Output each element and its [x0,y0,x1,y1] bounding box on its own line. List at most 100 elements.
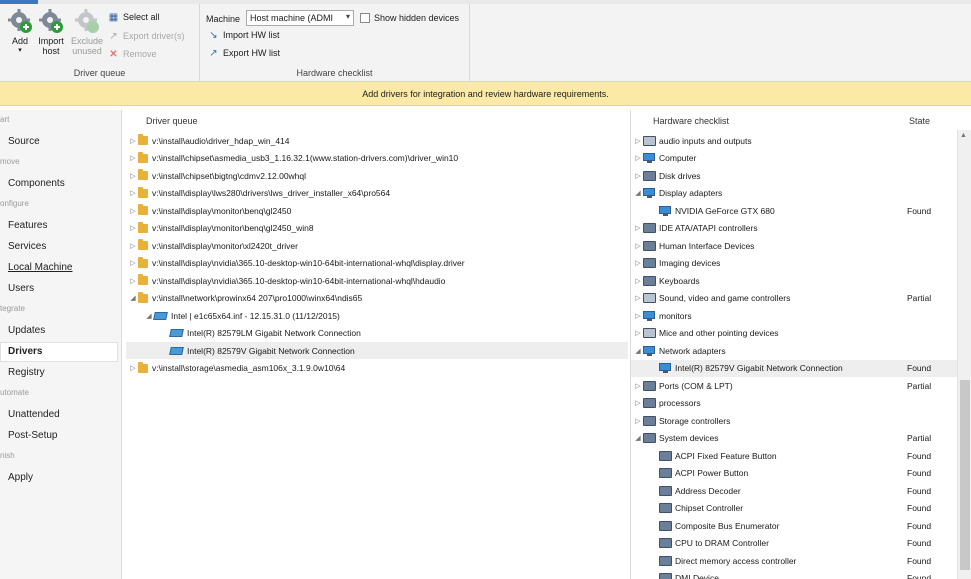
hardware-checklist-row[interactable]: ▷ Human Interface Devices [631,237,957,254]
hardware-checklist-row[interactable]: Intel(R) 82579V Gigabit Network Connecti… [631,359,957,377]
hardware-checklist-row[interactable]: ▷ Storage controllers [631,412,957,429]
hardware-checklist-row[interactable]: DMI Device Found [631,570,957,579]
driver-queue-row-label: Intel(R) 82579V Gigabit Network Connecti… [187,345,355,356]
sidebar-item-drivers[interactable]: Drivers [8,346,42,357]
hardware-checklist-row[interactable]: Composite Bus Enumerator Found [631,517,957,534]
export-arrow-icon: ↗ [109,30,118,42]
collapse-arrow-icon[interactable]: ◢ [633,189,643,197]
hardware-checklist-row[interactable]: ▷ Disk drives [631,167,957,184]
driver-queue-row[interactable]: ▷ v:\install\display\monitor\xl2420t_driv… [126,237,628,254]
driver-queue-row[interactable]: ▷ v:\install\chipset\bigtng\cdmv2.12.00wh… [126,167,628,184]
hardware-checklist-row[interactable]: ▷ monitors [631,307,957,324]
driver-queue-row[interactable]: ▷ v:\install\display\monitor\benq\gl2450 [126,202,628,219]
sidebar: art Source move Components onfigure Feat… [0,110,122,579]
exclude-unused-button[interactable]: Exclude unused [66,8,108,64]
expand-arrow-icon[interactable]: ▷ [128,224,138,232]
sidebar-item-unattended[interactable]: Unattended [8,409,60,420]
hardware-checklist-row[interactable]: ACPI Power Button Found [631,465,957,482]
driver-queue-row[interactable]: ▷ v:\install\chipset\asmedia_usb3_1.16.32… [126,150,628,167]
hardware-checklist-row[interactable]: ◢ System devices Partial [631,430,957,447]
sidebar-item-features[interactable]: Features [8,220,47,231]
sidebar-item-updates[interactable]: Updates [8,325,45,336]
expand-arrow-icon[interactable]: ▷ [633,382,643,390]
hardware-checklist-row[interactable]: Chipset Controller Found [631,500,957,517]
expand-arrow-icon[interactable]: ▷ [633,417,643,425]
collapse-arrow-icon[interactable]: ◢ [633,347,643,355]
hardware-checklist-row[interactable]: ▷ audio inputs and outputs [631,132,957,149]
hardware-checklist-row[interactable]: ACPI Fixed Feature Button Found [631,447,957,464]
sidebar-item-local-machine[interactable]: Local Machine [8,262,72,273]
expand-arrow-icon[interactable]: ▷ [633,137,643,145]
hardware-checklist-row[interactable]: ▷ Computer [631,150,957,167]
expand-arrow-icon[interactable]: ▷ [633,399,643,407]
chevron-down-icon: ▾ [345,12,350,21]
remove-button[interactable]: ✕ Remove [108,47,156,61]
folder-icon [138,361,148,373]
expand-arrow-icon[interactable]: ▷ [633,277,643,285]
hardware-checklist-row[interactable]: ◢ Network adapters [631,342,957,359]
hardware-checklist-row[interactable]: ▷ Sound, video and game controllers Partia… [631,290,957,307]
hardware-checklist-row[interactable]: Direct memory access controller Found [631,552,957,569]
hardware-checklist-row[interactable]: ▷ Keyboards [631,272,957,289]
sidebar-item-registry[interactable]: Registry [8,367,45,378]
expand-arrow-icon[interactable]: ▷ [128,364,138,372]
expand-arrow-icon[interactable]: ▷ [633,294,643,302]
driver-queue-row[interactable]: ◢ v:\install\network\prowinx64 207\pro100… [126,290,628,307]
speaker-icon [643,135,656,146]
machine-select[interactable]: Host machine (ADMI ▾ [246,10,354,26]
hardware-checklist-row[interactable]: ▷ Imaging devices [631,255,957,272]
driver-queue-row[interactable]: ▷ v:\install\display\lws280\drivers\lws_d… [126,185,628,202]
expand-arrow-icon[interactable]: ▷ [633,224,643,232]
driver-queue-row[interactable]: ▷ v:\install\display\nvidia\365.10-deskto… [126,255,628,272]
sidebar-item-apply[interactable]: Apply [8,472,33,483]
expand-arrow-icon[interactable]: ▷ [128,277,138,285]
driver-queue-row[interactable]: Intel(R) 82579V Gigabit Network Connecti… [126,342,628,359]
expand-arrow-icon[interactable]: ▷ [128,242,138,250]
expand-arrow-icon[interactable]: ▷ [633,242,643,250]
sidebar-item-services[interactable]: Services [8,241,46,252]
driver-queue-row[interactable]: ▷ v:\install\display\nvidia\365.10-deskto… [126,272,628,289]
expand-arrow-icon[interactable]: ▷ [633,259,643,267]
storage-icon [643,415,656,426]
show-hidden-checkbox[interactable] [360,13,370,23]
expand-arrow-icon[interactable]: ▷ [128,259,138,267]
select-all-button[interactable]: ▦ Select all [108,10,160,24]
expand-arrow-icon[interactable]: ▷ [633,172,643,180]
hardware-checklist-row[interactable]: ◢ Display adapters [631,185,957,202]
sidebar-item-post-setup[interactable]: Post-Setup [8,430,57,441]
expand-arrow-icon[interactable]: ▷ [128,137,138,145]
import-hw-list-button[interactable]: ↘ Import HW list [208,28,279,42]
show-hidden-devices-toggle[interactable]: Show hidden devices [360,13,459,23]
collapse-arrow-icon[interactable]: ◢ [128,294,138,302]
hardware-checklist-row[interactable]: CPU to DRAM Controller Found [631,535,957,552]
sidebar-section-start: art [0,115,10,124]
driver-queue-row[interactable]: Intel(R) 82579LM Gigabit Network Connect… [126,325,628,342]
driver-queue-row[interactable]: ▷ v:\install\storage\asmedia_asm106x_3.1.… [126,360,628,377]
scrollbar-thumb[interactable] [960,380,970,570]
driver-queue-row[interactable]: ▷ v:\install\audio\driver_hdap_win_414 [126,132,628,149]
sidebar-item-components[interactable]: Components [8,178,65,189]
expand-arrow-icon[interactable]: ▷ [633,329,643,337]
hardware-checklist-row[interactable]: NVIDIA GeForce GTX 680 Found [631,202,957,219]
export-drivers-button[interactable]: ↗ Export driver(s) [108,29,184,43]
driver-queue-row[interactable]: ▷ v:\install\display\monitor\benq\gl2450_… [126,220,628,237]
hardware-checklist-row[interactable]: ▷ processors [631,395,957,412]
driver-queue-row-label: Intel | e1c65x64.inf - 12.15.31.0 (11/12… [171,310,340,321]
hardware-checklist-row[interactable]: ▷ Mice and other pointing devices [631,325,957,342]
expand-arrow-icon[interactable]: ▷ [128,207,138,215]
collapse-arrow-icon[interactable]: ◢ [633,434,643,442]
hardware-checklist-row[interactable]: Address Decoder Found [631,482,957,499]
driver-queue-row[interactable]: ◢ Intel | e1c65x64.inf - 12.15.31.0 (11/1… [126,307,628,324]
sidebar-item-source[interactable]: Source [8,136,40,147]
scroll-up-icon[interactable]: ▲ [960,132,967,139]
export-hw-list-button[interactable]: ↗ Export HW list [208,46,280,60]
expand-arrow-icon[interactable]: ▷ [633,312,643,320]
expand-arrow-icon[interactable]: ▷ [128,189,138,197]
sidebar-item-users[interactable]: Users [8,283,34,294]
expand-arrow-icon[interactable]: ▷ [128,172,138,180]
expand-arrow-icon[interactable]: ▷ [128,154,138,162]
hardware-checklist-row[interactable]: ▷ IDE ATA/ATAPI controllers [631,220,957,237]
hardware-checklist-row[interactable]: ▷ Ports (COM & LPT) Partial [631,377,957,394]
expand-arrow-icon[interactable]: ▷ [633,154,643,162]
vertical-scrollbar[interactable]: ▲ [957,130,971,579]
